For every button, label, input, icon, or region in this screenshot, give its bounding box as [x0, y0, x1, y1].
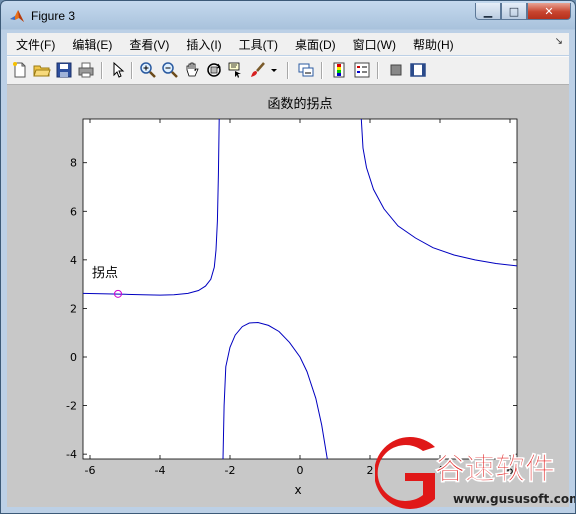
y-tick-label: 8 [70, 157, 77, 170]
menu-edit[interactable]: 编辑(E) [63, 36, 120, 53]
y-tick-label: 4 [70, 254, 77, 267]
watermark-url: www.gususoft.com [453, 492, 575, 506]
zoom-out-icon[interactable] [161, 61, 179, 79]
rotate-3d-icon[interactable] [205, 61, 223, 79]
menu-file[interactable]: 文件(F) [7, 36, 63, 53]
chevron-double-icon[interactable]: ↘ [555, 36, 563, 47]
minimize-icon: ▁ [483, 4, 493, 18]
axes-background [82, 118, 518, 460]
x-tick-label: -6 [85, 464, 96, 477]
figure-toolbar [7, 56, 569, 85]
window-title: Figure 3 [31, 9, 76, 23]
toolbar-separator [377, 62, 379, 79]
y-tick-label: 2 [70, 302, 77, 315]
hide-plot-tools-icon[interactable] [387, 61, 405, 79]
edit-plot-arrow-icon[interactable] [109, 61, 127, 79]
brush-dropdown-icon[interactable] [269, 61, 279, 79]
matlab-logo-icon [10, 10, 24, 22]
data-cursor-icon[interactable] [227, 61, 245, 79]
inflection-point-label: 拐点 [92, 266, 118, 281]
print-icon[interactable] [77, 61, 95, 79]
open-file-icon[interactable] [33, 61, 51, 79]
x-tick-label: -2 [225, 464, 236, 477]
y-tick-label: -2 [66, 400, 77, 413]
link-plot-icon[interactable] [297, 61, 315, 79]
x-tick-label: -4 [155, 464, 166, 477]
x-tick-label: 0 [297, 464, 304, 477]
menu-view[interactable]: 查看(V) [120, 36, 177, 53]
menu-desktop[interactable]: 桌面(D) [286, 36, 344, 53]
menu-window[interactable]: 窗口(W) [344, 36, 404, 53]
show-plot-tools-icon[interactable] [409, 61, 427, 79]
watermark-brand: 谷速软件 [435, 452, 555, 487]
legend-icon[interactable] [353, 61, 371, 79]
x-axis-label: x [294, 483, 301, 497]
pan-hand-icon[interactable] [183, 61, 201, 79]
toolbar-separator [131, 62, 133, 79]
menu-help[interactable]: 帮助(H) [404, 36, 462, 53]
maximize-icon: □ [508, 4, 520, 18]
chart-title: 函数的拐点 [267, 96, 332, 112]
y-tick-label: -4 [66, 448, 77, 461]
maximize-button[interactable]: □ [501, 3, 527, 20]
new-figure-icon[interactable] [11, 61, 29, 79]
close-button[interactable]: ✕ [527, 3, 571, 20]
y-tick-label: 6 [70, 205, 77, 218]
x-tick-label: 2 [367, 464, 374, 477]
y-tick-label: 0 [70, 351, 77, 364]
title-bar[interactable]: Figure 3 ▁ □ ✕ [1, 1, 575, 31]
toolbar-separator [287, 62, 289, 79]
menu-insert[interactable]: 插入(I) [177, 36, 229, 53]
close-icon: ✕ [544, 4, 554, 18]
colorbar-icon[interactable] [331, 61, 349, 79]
zoom-in-icon[interactable] [139, 61, 157, 79]
save-icon[interactable] [55, 61, 73, 79]
watermark-logo: 谷速软件 www.gususoft.com [374, 437, 575, 513]
toolbar-separator [321, 62, 323, 79]
brush-icon[interactable] [249, 61, 267, 79]
minimize-button[interactable]: ▁ [475, 3, 501, 20]
toolbar-separator [101, 62, 103, 79]
gusu-logo-icon [374, 437, 435, 509]
menu-bar: 文件(F) 编辑(E) 查看(V) 插入(I) 工具(T) 桌面(D) 窗口(W… [7, 33, 569, 55]
figure-window: Figure 3 ▁ □ ✕ 文件(F) 编辑(E) 查看(V) 插入(I) 工… [0, 0, 576, 514]
menu-tools[interactable]: 工具(T) [230, 36, 286, 53]
